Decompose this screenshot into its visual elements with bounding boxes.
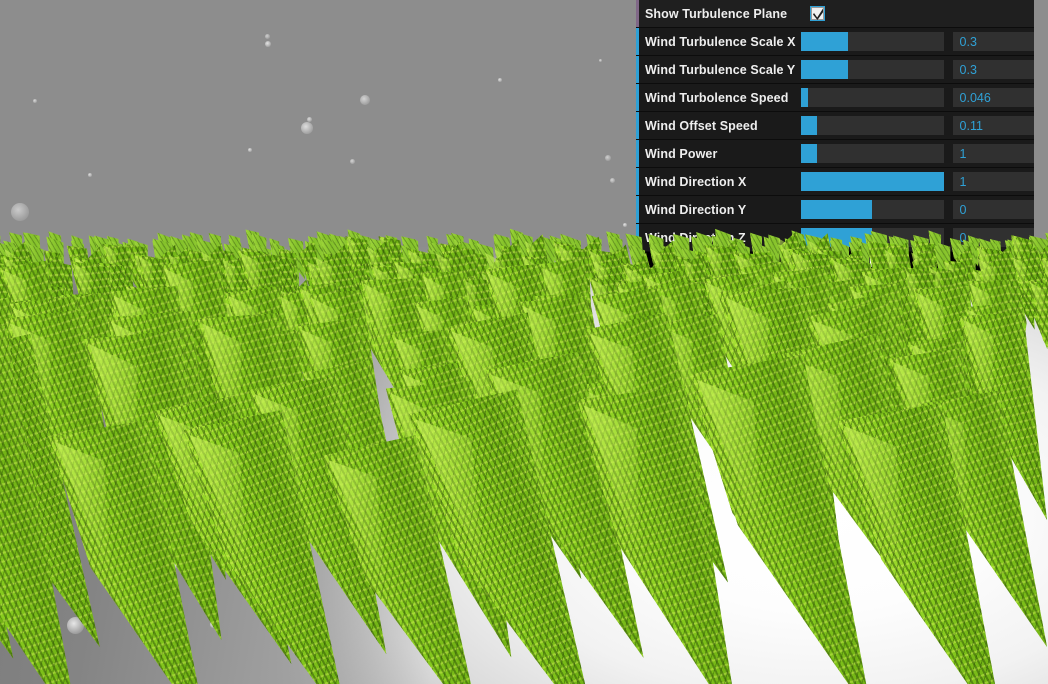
ground-shadow bbox=[0, 252, 430, 684]
control-row-wind-turbulence-scale-x[interactable]: Wind Turbulence Scale X 0.3 bbox=[636, 28, 1034, 56]
slider-value-input[interactable]: 0.046 bbox=[952, 88, 1034, 107]
checkmark-icon bbox=[813, 8, 823, 20]
slider-track[interactable] bbox=[801, 32, 944, 51]
slider-fill bbox=[801, 172, 944, 191]
control-row-wind-power[interactable]: Wind Power 1 bbox=[636, 140, 1034, 168]
slider-track[interactable] bbox=[801, 88, 944, 107]
slider-track[interactable] bbox=[801, 116, 944, 135]
slider-value-input[interactable]: 1 bbox=[952, 144, 1034, 163]
slider-track[interactable] bbox=[801, 144, 944, 163]
control-label: Wind Turbulence Scale Y bbox=[645, 62, 796, 77]
control-label: Wind Turbulence Scale X bbox=[645, 34, 796, 49]
control-label: Wind Direction Y bbox=[645, 202, 747, 217]
slider-fill bbox=[801, 200, 873, 219]
close-controls-button[interactable]: Close Controls bbox=[636, 252, 1034, 274]
control-label: Show Turbulence Plane bbox=[645, 6, 788, 21]
slider-rows-container: Wind Turbulence Scale X 0.3 Wind Turbulenc… bbox=[636, 28, 1034, 252]
slider-fill bbox=[801, 144, 817, 163]
control-row-wind-turbolence-speed[interactable]: Wind Turbolence Speed 0.046 bbox=[636, 84, 1034, 112]
control-row-wind-direction-y[interactable]: Wind Direction Y 0 bbox=[636, 196, 1034, 224]
control-label: Wind Power bbox=[645, 146, 718, 161]
slider-track[interactable] bbox=[801, 200, 944, 219]
slider-track[interactable] bbox=[801, 172, 944, 191]
control-label: Wind Turbolence Speed bbox=[645, 90, 789, 105]
control-row-wind-direction-z[interactable]: Wind Direction Z 0 bbox=[636, 224, 1034, 252]
slider-track[interactable] bbox=[801, 60, 944, 79]
slider-fill bbox=[801, 116, 817, 135]
slider-track[interactable] bbox=[801, 228, 944, 247]
control-label: Wind Direction X bbox=[645, 174, 747, 189]
application-window: Show Turbulence Plane Wind Turbulence Sc… bbox=[0, 0, 1048, 684]
slider-value-input[interactable]: 0.3 bbox=[952, 60, 1034, 79]
control-row-wind-direction-x[interactable]: Wind Direction X 1 bbox=[636, 168, 1034, 196]
show-turbulence-plane-checkbox[interactable] bbox=[811, 7, 824, 20]
slider-fill bbox=[801, 32, 849, 51]
dat-gui-panel[interactable]: Show Turbulence Plane Wind Turbulence Sc… bbox=[636, 0, 1034, 274]
slider-value-input[interactable]: 0.3 bbox=[952, 32, 1034, 51]
slider-fill bbox=[801, 228, 873, 247]
slider-fill bbox=[801, 60, 849, 79]
control-label: Wind Offset Speed bbox=[645, 118, 758, 133]
control-row-wind-offset-speed[interactable]: Wind Offset Speed 0.11 bbox=[636, 112, 1034, 140]
slider-value-input[interactable]: 0 bbox=[952, 228, 1034, 247]
slider-value-input[interactable]: 0.11 bbox=[952, 116, 1034, 135]
control-row-show-turbulence-plane[interactable]: Show Turbulence Plane bbox=[636, 0, 1034, 28]
control-label: Wind Direction Z bbox=[645, 230, 746, 245]
slider-value-input[interactable]: 1 bbox=[952, 172, 1034, 191]
slider-value-input[interactable]: 0 bbox=[952, 200, 1034, 219]
slider-fill bbox=[801, 88, 809, 107]
control-row-wind-turbulence-scale-y[interactable]: Wind Turbulence Scale Y 0.3 bbox=[636, 56, 1034, 84]
